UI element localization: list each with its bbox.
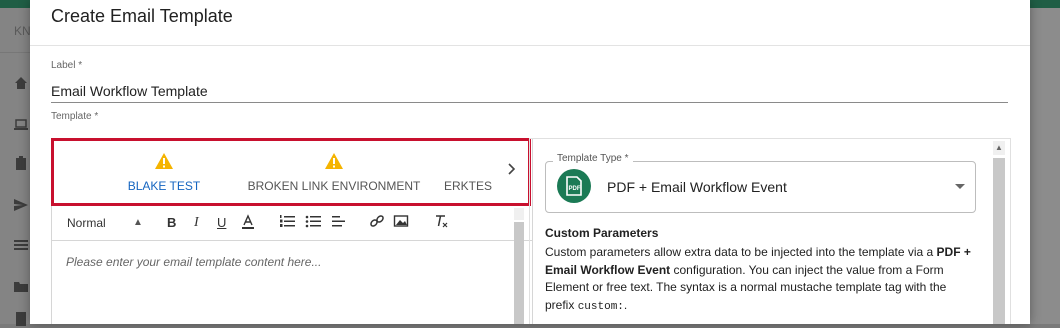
pdf-file-icon: PDF — [557, 169, 591, 203]
updown-icon: ▲ — [133, 217, 143, 228]
clear-format-icon — [436, 215, 448, 228]
create-email-template-dialog: Create Email Template Label * Template *… — [30, 0, 1030, 324]
tab-label: BROKEN LINK ENVIRONMENT — [247, 179, 421, 193]
ordered-list-button[interactable] — [279, 214, 295, 232]
align-left-icon — [332, 216, 345, 227]
svg-text:PDF: PDF — [569, 186, 581, 192]
tab-broken-link-environment[interactable]: BROKEN LINK ENVIRONMENT — [244, 141, 424, 203]
ordered-list-icon — [280, 215, 295, 227]
tab-erktest[interactable]: ERKTEST — [444, 141, 492, 203]
template-type-value: PDF + Email Workflow Event — [607, 179, 787, 195]
clipboard-icon — [14, 156, 30, 170]
label-field-caption: Label * — [51, 60, 83, 71]
editor-scrollbar[interactable] — [514, 222, 524, 324]
custom-parameters-title: Custom Parameters — [545, 226, 659, 240]
warning-icon — [155, 153, 173, 169]
clear-format-button[interactable] — [433, 214, 449, 232]
home-icon — [14, 76, 30, 90]
panel-scrollbar[interactable] — [993, 158, 1005, 324]
dialog-title: Create Email Template — [51, 6, 233, 26]
custom-prefix-code: custom: — [577, 300, 624, 313]
link-icon — [370, 215, 384, 227]
editor-scrollbar-track — [514, 208, 524, 220]
editor-placeholder: Please enter your email template content… — [66, 255, 322, 269]
image-icon — [393, 215, 409, 227]
template-caption: Template * — [51, 111, 99, 122]
template-type-legend: Template Type * — [553, 153, 633, 164]
title-divider — [30, 45, 1030, 46]
tab-blake-test[interactable]: BLAKE TEST — [114, 141, 214, 203]
italic-button[interactable]: I — [194, 214, 199, 232]
custom-parameters-description: Custom parameters allow extra data to be… — [545, 245, 971, 313]
image-button[interactable] — [393, 214, 409, 232]
align-button[interactable] — [331, 214, 347, 232]
bold-button[interactable]: B — [167, 214, 176, 232]
underline-button[interactable]: U — [217, 214, 226, 232]
link-button[interactable] — [369, 214, 385, 232]
caret-down-icon — [955, 184, 965, 189]
tabs-scroll-right-button[interactable] — [502, 159, 522, 183]
label-input[interactable] — [51, 80, 1008, 103]
text-color-button[interactable] — [241, 214, 257, 232]
laptop-icon — [14, 118, 30, 132]
bullet-list-icon — [305, 215, 321, 228]
chevron-right-icon — [508, 163, 516, 175]
tab-label: ERKTEST — [444, 179, 492, 193]
text-color-icon — [242, 214, 254, 229]
sidebar-divider — [0, 52, 30, 53]
scroll-up-button[interactable]: ▲ — [993, 141, 1005, 155]
warning-icon — [325, 153, 343, 169]
sidebar-header-text: KN — [14, 24, 31, 38]
environment-tabs: BLAKE TEST BROKEN LINK ENVIRONMENT ERKTE… — [51, 138, 531, 206]
send-icon — [14, 198, 30, 212]
editor-toolbar: Normal ▲ B I U — [51, 206, 533, 241]
folder-icon — [14, 280, 30, 294]
list-icon — [14, 238, 30, 252]
tab-label: BLAKE TEST — [127, 179, 201, 193]
bullet-list-button[interactable] — [305, 214, 321, 232]
email-content-editor[interactable]: Please enter your email template content… — [51, 241, 513, 324]
format-select[interactable]: Normal — [67, 214, 106, 232]
